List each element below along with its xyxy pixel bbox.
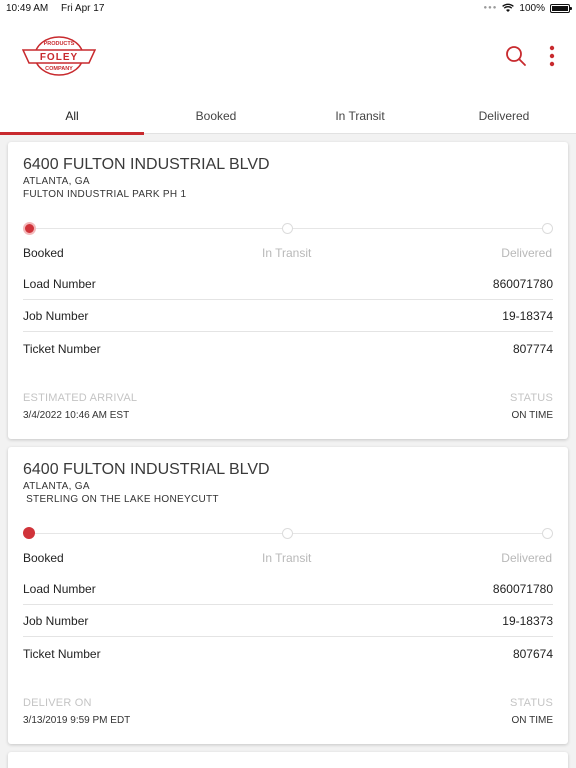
load-number-row: Load Number 860071780 [23, 268, 553, 300]
tab-in-transit[interactable]: In Transit [288, 98, 432, 134]
delivery-address: 6400 FULTON INDUSTRIAL BLVD [23, 156, 270, 173]
delivery-card[interactable]: 6400 FULTON INDUSTRIAL BLVD ATLANTA, GA … [8, 142, 568, 439]
load-number-row: Load Number 860071780 [23, 573, 553, 605]
deliver-on-label: DELIVER ON [23, 697, 92, 709]
status-date: Fri Apr 17 [61, 2, 105, 14]
tab-delivered[interactable]: Delivered [432, 98, 576, 134]
delivery-address: 6400 FULTON INDUSTRIAL BLVD [23, 461, 270, 478]
status-value: ON TIME [511, 715, 553, 726]
search-icon[interactable] [504, 44, 528, 68]
stage-in-transit-dot [282, 528, 293, 539]
delivery-city: ATLANTA, GA [23, 176, 90, 187]
status-bar: 10:49 AM Fri Apr 17 ●●● 100% [0, 0, 576, 16]
tab-booked[interactable]: Booked [144, 98, 288, 134]
ticket-number-row: Ticket Number 807674 [23, 638, 553, 670]
battery-percent: 100% [519, 2, 545, 14]
job-number-row: Job Number 19-18373 [23, 605, 553, 637]
ticket-number-row: Ticket Number 807774 [23, 333, 553, 365]
row-label: Job Number [23, 308, 89, 323]
stage-booked-dot [23, 222, 36, 235]
more-options-icon[interactable] [544, 44, 560, 68]
row-value: 19-18373 [502, 613, 553, 628]
stage-delivered-dot [542, 528, 553, 539]
status-time: 10:49 AM [6, 2, 49, 14]
stage-booked-label: Booked [23, 551, 64, 565]
status-value: ON TIME [511, 410, 553, 421]
battery-icon [550, 3, 572, 13]
tab-all[interactable]: All [0, 98, 144, 135]
stage-delivered-label: Delivered [501, 551, 552, 565]
stage-in-transit-label: In Transit [262, 246, 312, 260]
cellular-icon: ●●● [483, 5, 498, 11]
row-value: 860071780 [492, 581, 553, 596]
svg-text:COMPANY: COMPANY [45, 66, 73, 72]
svg-text:PRODUCTS: PRODUCTS [44, 41, 75, 47]
row-value: 860071780 [492, 276, 553, 291]
row-value: 807674 [512, 647, 553, 661]
delivery-progress: Booked In Transit Delivered [8, 525, 568, 565]
job-number-row: Job Number 19-18374 [23, 300, 553, 332]
status-label: STATUS [510, 392, 553, 404]
row-label: Ticket Number [23, 342, 101, 356]
stage-in-transit-dot [282, 223, 293, 234]
foley-logo: PRODUCTS FOLEY COMPANY [22, 36, 96, 76]
row-label: Ticket Number [23, 647, 101, 661]
stage-in-transit-label: In Transit [262, 551, 312, 565]
svg-text:FOLEY: FOLEY [40, 52, 78, 63]
arrival-value: 3/4/2022 10:46 AM EST [23, 410, 130, 421]
row-label: Load Number [23, 276, 96, 291]
arrival-label: ESTIMATED ARRIVAL [23, 392, 138, 404]
stage-booked-dot [23, 527, 35, 539]
row-value: 807774 [512, 342, 553, 356]
stage-delivered-label: Delivered [501, 246, 552, 260]
delivery-card[interactable] [8, 752, 568, 768]
row-label: Job Number [23, 613, 89, 628]
app-header: PRODUCTS FOLEY COMPANY [0, 16, 576, 98]
delivery-card[interactable]: 6400 FULTON INDUSTRIAL BLVD ATLANTA, GA … [8, 447, 568, 744]
stage-delivered-dot [542, 223, 553, 234]
deliver-on-value: 3/13/2019 9:59 PM EDT [23, 715, 131, 726]
row-label: Load Number [23, 581, 96, 596]
project-name: STERLING ON THE LAKE HONEYCUTT [23, 494, 219, 505]
delivery-city: ATLANTA, GA [23, 481, 90, 492]
stage-booked-label: Booked [23, 246, 64, 260]
status-label: STATUS [510, 697, 553, 709]
row-value: 19-18374 [502, 308, 553, 323]
delivery-progress: Booked In Transit Delivered [8, 220, 568, 260]
project-name: FULTON INDUSTRIAL PARK PH 1 [23, 189, 187, 200]
filter-tabs: All Booked In Transit Delivered [0, 98, 576, 135]
wifi-icon [502, 3, 515, 12]
